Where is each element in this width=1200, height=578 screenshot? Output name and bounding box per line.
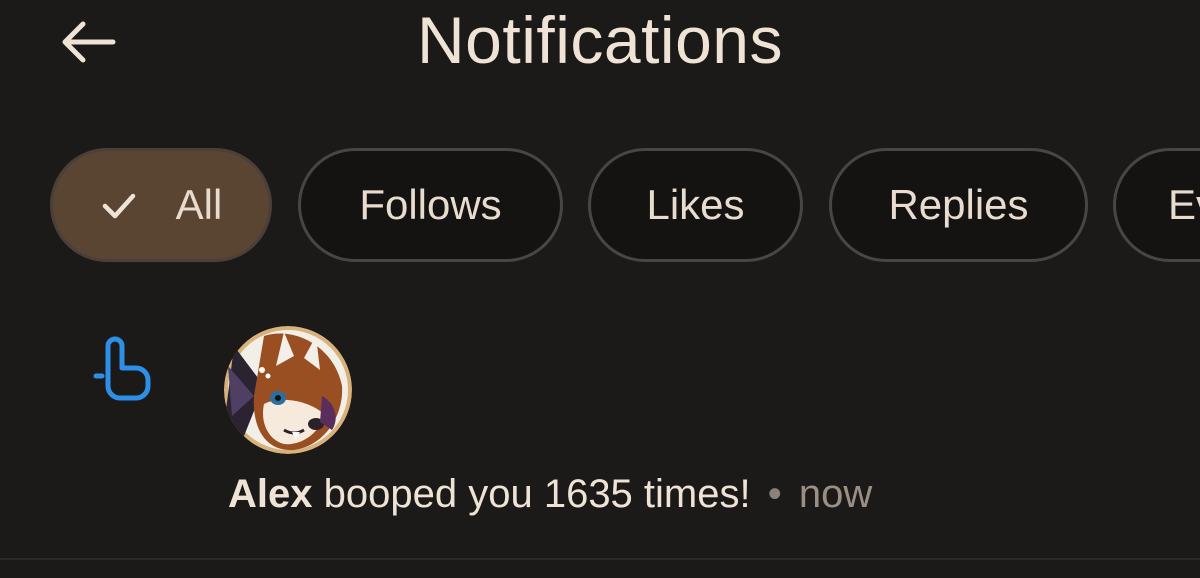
- filter-chip-replies[interactable]: Replies: [829, 148, 1088, 262]
- filter-chip-all-label: All: [175, 181, 223, 228]
- fox-avatar-icon: [224, 326, 352, 454]
- notification-author[interactable]: Alex: [228, 472, 313, 516]
- notification-message: booped you 1635 times!: [323, 472, 751, 516]
- divider: [0, 558, 1200, 560]
- filter-chip-row: All Follows Likes Replies Ev: [0, 148, 1200, 268]
- filter-chip-follows[interactable]: Follows: [298, 148, 563, 262]
- filter-chip-follows-label: Follows: [359, 181, 502, 228]
- filter-chip-likes[interactable]: Likes: [588, 148, 803, 262]
- notification-time: now: [798, 472, 873, 516]
- header: Notifications: [0, 0, 1200, 90]
- separator-dot: •: [767, 472, 782, 516]
- check-icon: [102, 193, 135, 219]
- filter-chip-likes-label: Likes: [646, 181, 745, 228]
- filter-chip-all[interactable]: All: [50, 148, 272, 262]
- notification-text: Alex booped you 1635 times! • now: [228, 468, 872, 520]
- page-title: Notifications: [417, 3, 783, 77]
- notification-item[interactable]: Alex booped you 1635 times! • now: [0, 320, 1200, 550]
- avatar[interactable]: [224, 326, 352, 454]
- filter-chip-events[interactable]: Ev: [1113, 148, 1200, 262]
- filter-chip-replies-label: Replies: [888, 181, 1029, 228]
- tap-finger-icon: [93, 336, 151, 401]
- filter-chip-events-label: Ev: [1168, 181, 1200, 228]
